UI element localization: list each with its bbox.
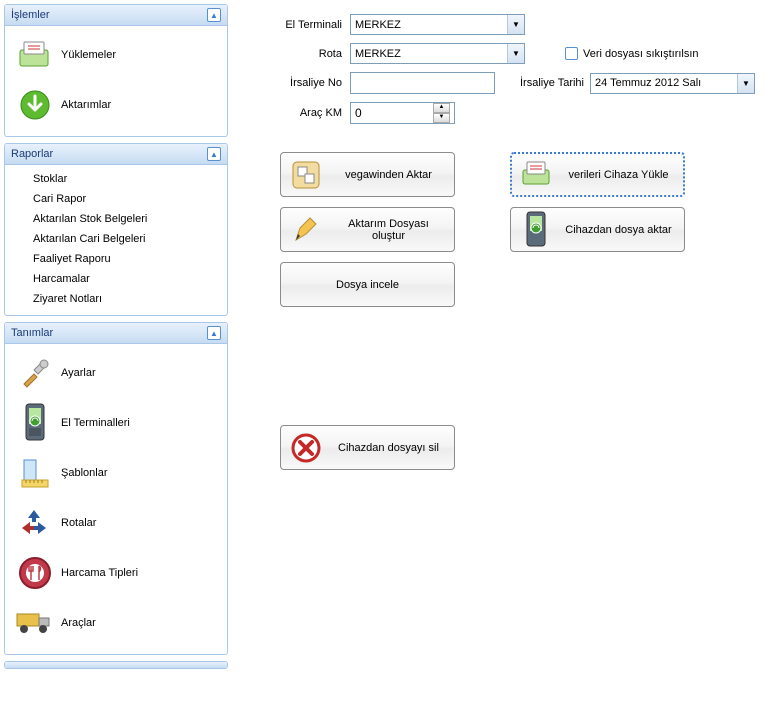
numeric-field[interactable] xyxy=(351,103,433,123)
combo-rota[interactable]: MERKEZ ▼ xyxy=(350,43,525,64)
combo-value: MERKEZ xyxy=(355,19,401,31)
collapse-icon: ▲ xyxy=(207,326,221,340)
combo-value: MERKEZ xyxy=(355,48,401,60)
label-rota: Rota xyxy=(260,48,350,60)
btn-label: Aktarım Dosyası oluştur xyxy=(331,218,446,242)
label-el-terminali: El Terminali xyxy=(260,19,350,31)
btn-label: Cihazdan dosya aktar xyxy=(561,224,676,236)
date-irsaliye-tarihi[interactable]: 24 Temmuz 2012 Salı ▼ xyxy=(590,73,755,94)
btn-vegawin-aktar[interactable]: vegawinden Aktar xyxy=(280,152,455,197)
btn-label: vegawinden Aktar xyxy=(331,169,446,181)
spin-down-icon[interactable]: ▼ xyxy=(433,113,450,123)
nav-label: Rotalar xyxy=(61,517,96,529)
panel-title: Tanımlar xyxy=(11,327,53,339)
download-green-icon xyxy=(15,86,55,124)
report-item[interactable]: Aktarılan Cari Belgeleri xyxy=(7,229,225,249)
nav-label: Aktarımlar xyxy=(61,99,111,111)
panel-header-islemler[interactable]: İşlemler ▲ xyxy=(5,5,227,26)
panel-tanimlar: Tanımlar ▲ Ayarlar El Terminalleri Şab xyxy=(4,322,228,655)
nav-label: El Terminalleri xyxy=(61,417,130,429)
nav-yuklemeler[interactable]: Yüklemeler xyxy=(7,30,225,80)
nav-rotalar[interactable]: Rotalar xyxy=(7,498,225,548)
panel-header-empty[interactable] xyxy=(5,662,227,668)
chevron-down-icon: ▼ xyxy=(507,15,524,34)
pencil-icon xyxy=(289,213,323,247)
nav-ayarlar[interactable]: Ayarlar xyxy=(7,348,225,398)
report-item[interactable]: Ziyaret Notları xyxy=(7,289,225,309)
btn-label: Cihazdan dosyayı sil xyxy=(331,442,446,454)
nav-label: Ayarlar xyxy=(61,367,96,379)
report-item[interactable]: Stoklar xyxy=(7,169,225,189)
cutlery-icon xyxy=(15,554,55,592)
panel-empty xyxy=(4,661,228,669)
spinner: ▲ ▼ xyxy=(433,103,450,123)
transfer-icon xyxy=(289,158,323,192)
collapse-icon: ▲ xyxy=(207,147,221,161)
report-item[interactable]: Harcamalar xyxy=(7,269,225,289)
btn-verileri-cihaza-yukle[interactable]: verileri Cihaza Yükle xyxy=(510,152,685,197)
btn-label: Dosya incele xyxy=(289,279,446,291)
btn-label: verileri Cihaza Yükle xyxy=(562,169,675,181)
input-arac-km[interactable]: ▲ ▼ xyxy=(350,102,455,124)
panel-raporlar: Raporlar ▲ Stoklar Cari Rapor Aktarılan … xyxy=(4,143,228,316)
date-value: 24 Temmuz 2012 Salı xyxy=(595,77,701,89)
box-green-icon xyxy=(15,36,55,74)
report-label: Aktarılan Cari Belgeleri xyxy=(33,233,146,245)
report-label: Ziyaret Notları xyxy=(33,293,102,305)
label-irsaliye-no: İrsaliye No xyxy=(260,77,350,89)
nav-araclar[interactable]: Araçlar xyxy=(7,598,225,648)
input-irsaliye-no[interactable] xyxy=(350,72,495,94)
report-label: Aktarılan Stok Belgeleri xyxy=(33,213,147,225)
combo-el-terminali[interactable]: MERKEZ ▼ xyxy=(350,14,525,35)
checkbox-icon xyxy=(565,47,578,60)
label-arac-km: Araç KM xyxy=(260,107,350,119)
button-area: vegawinden Aktar verileri Cihaza Yükle A… xyxy=(280,152,770,480)
truck-icon xyxy=(15,604,55,642)
panel-title: Raporlar xyxy=(11,148,53,160)
chevron-down-icon: ▼ xyxy=(507,44,524,63)
ruler-icon xyxy=(15,454,55,492)
panel-header-raporlar[interactable]: Raporlar ▲ xyxy=(5,144,227,165)
spin-up-icon[interactable]: ▲ xyxy=(433,103,450,113)
panel-body-tanimlar: Ayarlar El Terminalleri Şablonlar Rotala… xyxy=(5,344,227,654)
nav-harcamatipleri[interactable]: Harcama Tipleri xyxy=(7,548,225,598)
panel-title: İşlemler xyxy=(11,9,50,21)
label-irsaliye-tarihi: İrsaliye Tarihi xyxy=(520,77,590,89)
panel-body-islemler: Yüklemeler Aktarımlar xyxy=(5,26,227,136)
nav-sablonlar[interactable]: Şablonlar xyxy=(7,448,225,498)
btn-cihazdan-dosyayi-sil[interactable]: Cihazdan dosyayı sil xyxy=(280,425,455,470)
pda-sync-icon xyxy=(519,213,553,247)
recycle-icon xyxy=(15,504,55,542)
sidebar: İşlemler ▲ Yüklemeler Aktarımlar Raporla… xyxy=(4,4,228,675)
upload-device-icon xyxy=(520,158,554,192)
nav-elterminalleri[interactable]: El Terminalleri xyxy=(7,398,225,448)
panel-header-tanimlar[interactable]: Tanımlar ▲ xyxy=(5,323,227,344)
nav-label: Şablonlar xyxy=(61,467,107,479)
nav-label: Araçlar xyxy=(61,617,96,629)
nav-label: Harcama Tipleri xyxy=(61,567,138,579)
report-item[interactable]: Aktarılan Stok Belgeleri xyxy=(7,209,225,229)
nav-aktarimlar[interactable]: Aktarımlar xyxy=(7,80,225,130)
tools-icon xyxy=(15,354,55,392)
btn-dosya-incele[interactable]: Dosya incele xyxy=(280,262,455,307)
report-item[interactable]: Cari Rapor xyxy=(7,189,225,209)
collapse-icon: ▲ xyxy=(207,8,221,22)
report-label: Harcamalar xyxy=(33,273,90,285)
pda-green-icon xyxy=(15,404,55,442)
nav-label: Yüklemeler xyxy=(61,49,116,61)
btn-aktarim-dosyasi-olustur[interactable]: Aktarım Dosyası oluştur xyxy=(280,207,455,252)
main-form: El Terminali MERKEZ ▼ Rota MERKEZ ▼ Veri… xyxy=(260,14,770,132)
delete-icon xyxy=(289,431,323,465)
report-label: Faaliyet Raporu xyxy=(33,253,111,265)
checkbox-compress[interactable]: Veri dosyası sıkıştırılsın xyxy=(565,47,699,60)
panel-body-raporlar: Stoklar Cari Rapor Aktarılan Stok Belgel… xyxy=(5,165,227,315)
report-label: Cari Rapor xyxy=(33,193,86,205)
panel-islemler: İşlemler ▲ Yüklemeler Aktarımlar xyxy=(4,4,228,137)
report-label: Stoklar xyxy=(33,173,67,185)
report-item[interactable]: Faaliyet Raporu xyxy=(7,249,225,269)
btn-cihazdan-dosya-aktar[interactable]: Cihazdan dosya aktar xyxy=(510,207,685,252)
chevron-down-icon: ▼ xyxy=(737,74,754,93)
checkbox-label: Veri dosyası sıkıştırılsın xyxy=(583,48,699,60)
